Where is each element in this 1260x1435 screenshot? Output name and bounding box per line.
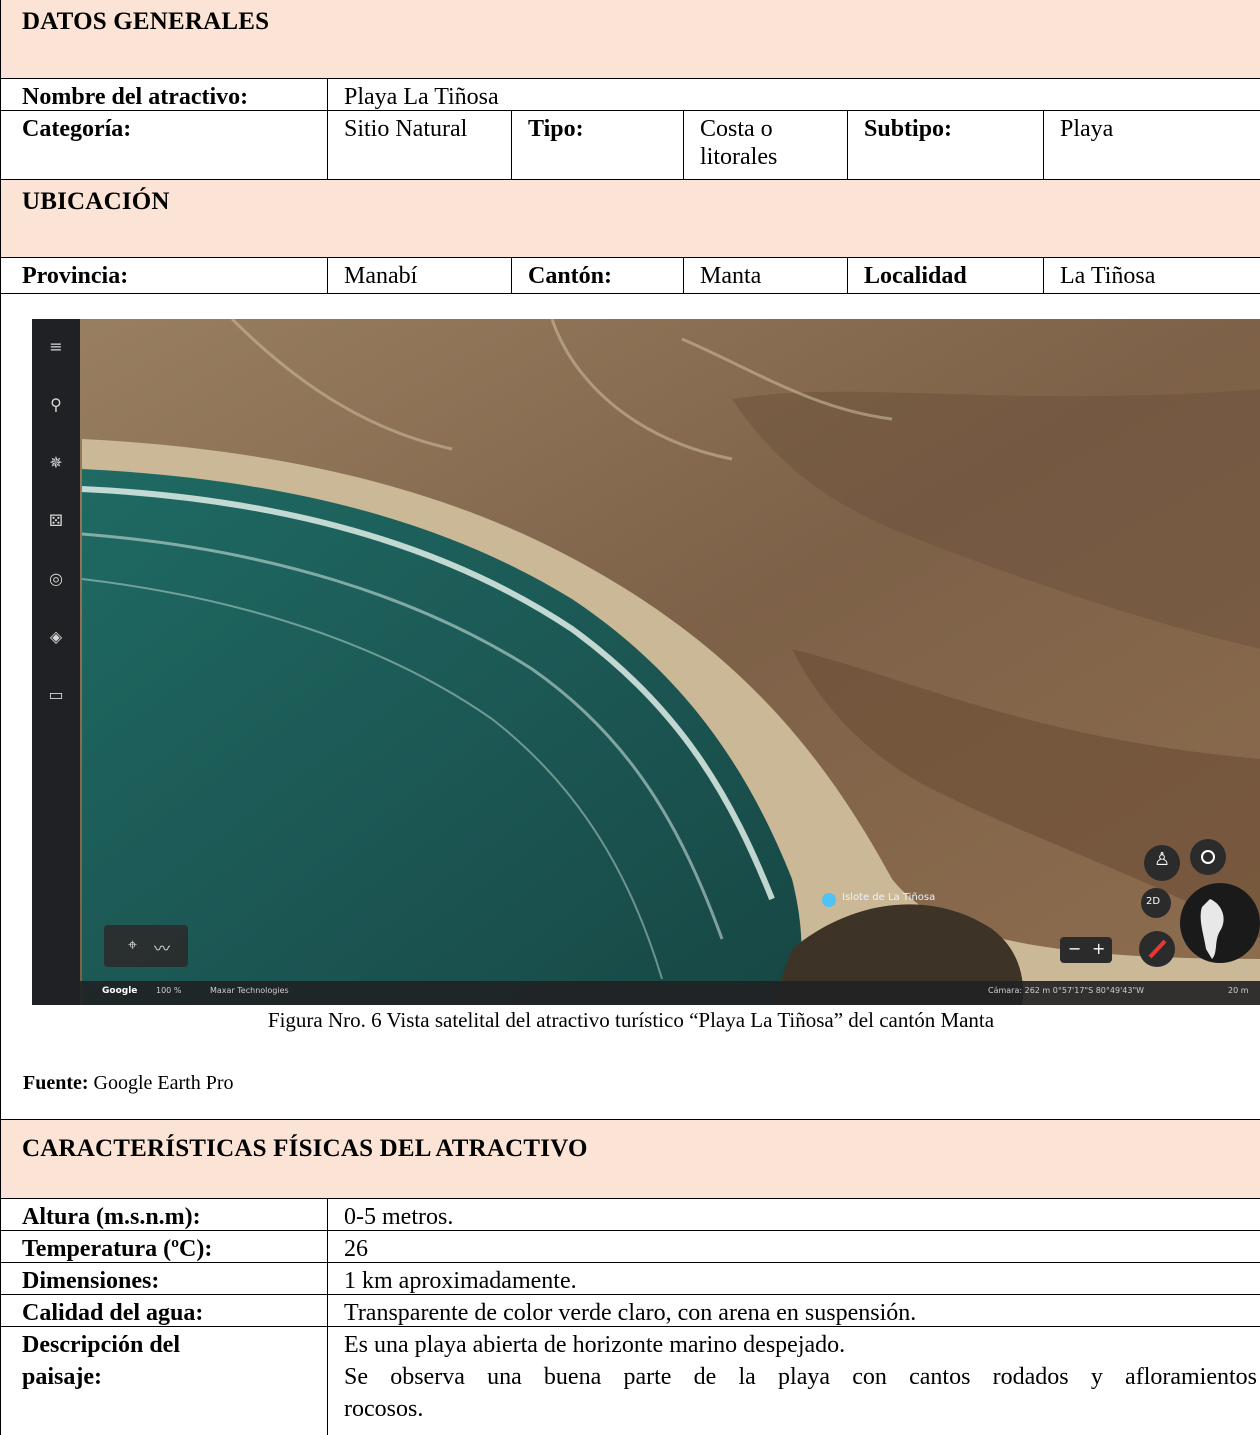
zoom-label: 100 % xyxy=(156,986,182,995)
search-icon[interactable]: ⚲ xyxy=(32,395,80,453)
type-value-line: litorales xyxy=(700,144,778,170)
ruler-icon[interactable]: ▭ xyxy=(32,685,80,743)
google-logo: Google xyxy=(102,986,138,996)
canton-label: Cantón: xyxy=(512,258,684,293)
landscape-label: Descripción del paisaje: xyxy=(1,1327,328,1435)
landscape-line: Se observa una buena parte de la playa c… xyxy=(344,1364,1257,1390)
altitude-value: 0-5 metros. xyxy=(344,1204,454,1230)
pegman-icon[interactable]: ◎ xyxy=(32,569,80,627)
voyager-icon[interactable]: ✵ xyxy=(32,453,80,511)
water-quality-value: Transparente de color verde claro, con a… xyxy=(344,1300,917,1326)
random-icon[interactable]: ⚄ xyxy=(32,511,80,569)
menu-icon[interactable]: ≡ xyxy=(32,337,80,395)
landscape-line: Es una playa abierta de horizonte marino… xyxy=(344,1332,846,1358)
name-label: Nombre del atractivo: xyxy=(1,79,328,110)
landscape-label-line: paisaje: xyxy=(22,1364,102,1390)
satellite-image: ≡ ⚲ ✵ ⚄ ◎ ◈ ▭ ⌖ 〰 ♙ 2D − + Islote de La … xyxy=(32,319,1260,1005)
dimensions-value: 1 km aproximadamente. xyxy=(344,1268,577,1294)
type-value-line: Costa o xyxy=(700,116,773,142)
category-label: Categoría: xyxy=(1,111,328,179)
landscape-label-line: Descripción del xyxy=(22,1332,180,1358)
table-row: Calidad del agua: Transparente de color … xyxy=(1,1295,1260,1327)
figure-source: Fuente: Google Earth Pro xyxy=(23,1072,234,1095)
figure-caption: Figura Nro. 6 Vista satelital del atract… xyxy=(267,1008,995,1032)
zoom-out-button[interactable]: − xyxy=(1068,939,1081,958)
section-title: UBICACIÓN xyxy=(22,188,170,215)
altitude-label: Altura (m.s.n.m): xyxy=(1,1199,328,1230)
landscape-description: Es una playa abierta de horizonte marino… xyxy=(328,1327,1260,1435)
camera-label: Cámara: 262 m 0°57'17"S 80°49'43"W xyxy=(988,986,1145,995)
table-row: Categoría: Sitio Natural Tipo: Costa o l… xyxy=(1,111,1260,179)
satellite-view xyxy=(32,319,1260,1005)
type-label: Tipo: xyxy=(512,111,684,179)
document-page: DATOS GENERALES Nombre del atractivo: Pl… xyxy=(0,0,1260,1435)
mode-2d-button[interactable]: 2D xyxy=(1146,896,1160,907)
canton-value: Manta xyxy=(684,258,848,293)
temperature-label: Temperatura (ºC): xyxy=(1,1231,328,1262)
street-view-icon[interactable]: ♙ xyxy=(1154,849,1170,870)
table-row: Altura (m.s.n.m): 0-5 metros. xyxy=(1,1199,1260,1231)
section-title: DATOS GENERALES xyxy=(22,8,270,35)
province-value: Manabí xyxy=(328,258,512,293)
dimensions-label: Dimensiones: xyxy=(1,1263,328,1294)
source-value: Google Earth Pro xyxy=(88,1072,234,1094)
placemark-icon[interactable]: ⌖ xyxy=(128,935,137,955)
layers-icon[interactable]: ◈ xyxy=(32,627,80,685)
section-general-header: DATOS GENERALES xyxy=(1,0,1260,79)
water-quality-label: Calidad del agua: xyxy=(1,1295,328,1326)
section-location-header: UBICACIÓN xyxy=(1,179,1260,258)
table-row: Provincia: Manabí Cantón: Manta Localida… xyxy=(1,258,1260,294)
provider-label: Maxar Technologies xyxy=(210,986,289,995)
temperature-value: 26 xyxy=(344,1236,368,1262)
path-icon[interactable]: 〰 xyxy=(154,935,170,959)
table-row: Temperatura (ºC): 26 xyxy=(1,1231,1260,1263)
source-label: Fuente: xyxy=(23,1072,89,1094)
scale-label: 20 m xyxy=(1228,986,1249,995)
table-row: Nombre del atractivo: Playa La Tiñosa xyxy=(1,79,1260,111)
subtype-value: Playa xyxy=(1060,116,1114,142)
subtype-label: Subtipo: xyxy=(848,111,1044,179)
table-row: Descripción del paisaje: Es una playa ab… xyxy=(1,1327,1260,1435)
section-title: CARACTERÍSTICAS FÍSICAS DEL ATRACTIVO xyxy=(22,1135,588,1162)
place-label[interactable]: Islote de La Tiñosa xyxy=(842,892,935,903)
section-physical-header: CARACTERÍSTICAS FÍSICAS DEL ATRACTIVO xyxy=(1,1119,1260,1199)
zoom-in-button[interactable]: + xyxy=(1092,939,1105,958)
name-value: Playa La Tiñosa xyxy=(344,84,499,110)
type-value: Costa o litorales xyxy=(684,111,848,179)
locality-value: La Tiñosa xyxy=(1060,263,1156,289)
category-value: Sitio Natural xyxy=(328,111,512,179)
province-label: Provincia: xyxy=(1,258,328,293)
locality-label: Localidad xyxy=(848,258,1044,293)
landscape-line: rocosos. xyxy=(344,1396,424,1422)
table-row: Dimensiones: 1 km aproximadamente. xyxy=(1,1263,1260,1295)
